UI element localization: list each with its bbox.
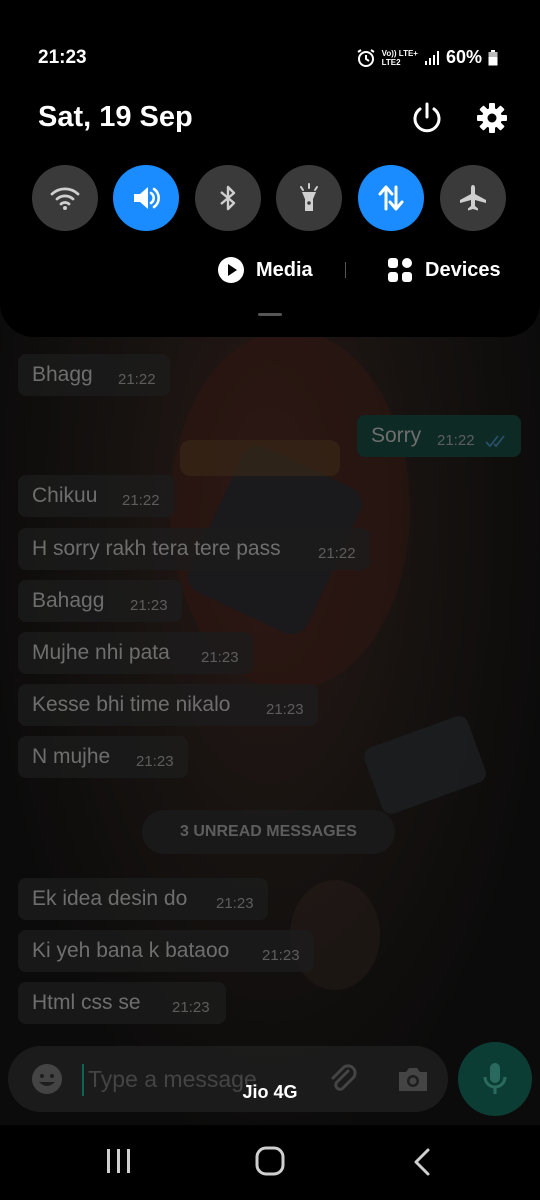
wallpaper-object (180, 440, 340, 476)
recents-button[interactable] (104, 1147, 134, 1175)
home-button[interactable] (255, 1146, 285, 1176)
network-bottom-label: LTE2 (381, 57, 401, 67)
media-button[interactable]: Media (218, 257, 313, 283)
wallpaper-object (361, 713, 489, 817)
battery-icon (488, 49, 498, 65)
message-bubble-incoming[interactable]: Kesse bhi time nikalo 21:23 (18, 684, 318, 726)
message-time: 21:22 (118, 371, 156, 388)
message-time: 21:23 (136, 753, 174, 770)
bluetooth-icon (220, 185, 236, 211)
status-icons: Vo)) LTE+ LTE2 60% (356, 47, 498, 68)
message-text: Bhagg (32, 363, 93, 386)
quick-settings-panel: 21:23 Vo)) LTE+ LTE2 60% Sat, 19 Sep Med… (0, 0, 540, 337)
read-receipt-icon (485, 435, 505, 448)
settings-gear-icon[interactable] (475, 101, 509, 135)
carrier-label: Jio 4G (242, 1082, 298, 1102)
message-time: 21:22 (318, 545, 356, 562)
back-button[interactable] (410, 1147, 434, 1177)
message-text: Ek idea desin do (32, 887, 188, 910)
message-text: Chikuu (32, 484, 98, 507)
message-time: 21:23 (201, 649, 239, 666)
signal-icon (424, 50, 439, 65)
message-time: 21:22 (437, 432, 475, 449)
network-indicator: Vo)) LTE+ LTE2 (382, 49, 418, 67)
panel-drag-handle[interactable] (258, 313, 282, 316)
message-time: 21:22 (122, 492, 160, 509)
bluetooth-toggle[interactable] (195, 165, 261, 231)
message-time: 21:23 (266, 701, 304, 718)
network-top-label: Vo)) LTE+ (381, 48, 418, 58)
airplane-icon (460, 185, 486, 211)
date-label: Sat, 19 Sep (38, 101, 193, 133)
message-bubble-incoming[interactable]: Chikuu 21:22 (18, 475, 175, 517)
message-time: 21:23 (262, 947, 300, 964)
mobile-data-toggle[interactable] (358, 165, 424, 231)
media-label: Media (256, 258, 313, 281)
message-time: 21:23 (130, 597, 168, 614)
message-bubble-incoming[interactable]: Mujhe nhi pata 21:23 (18, 632, 253, 674)
power-icon[interactable] (410, 101, 444, 135)
divider (345, 262, 346, 278)
devices-button[interactable]: Devices (387, 257, 501, 283)
status-time: 21:23 (38, 47, 87, 68)
message-text: Html css se (32, 991, 141, 1014)
message-bubble-incoming[interactable]: Ek idea desin do 21:23 (18, 878, 268, 920)
navigation-bar (0, 1125, 540, 1200)
message-text: Kesse bhi time nikalo (32, 693, 231, 716)
wifi-icon (50, 187, 80, 210)
message-bubble-incoming[interactable]: H sorry rakh tera tere pass 21:22 (18, 528, 370, 570)
message-bubble-incoming[interactable]: N mujhe 21:23 (18, 736, 188, 778)
message-text: Bahagg (32, 589, 105, 612)
message-bubble-incoming[interactable]: Html css se 21:23 (18, 982, 226, 1024)
alarm-icon (357, 48, 375, 67)
message-text: Ki yeh bana k bataoo (32, 939, 230, 962)
message-bubble-incoming[interactable]: Bhagg 21:22 (18, 354, 170, 396)
speaker-icon (134, 187, 160, 209)
data-transfer-icon (378, 185, 404, 211)
unread-messages-banner: 3 UNREAD MESSAGES (142, 810, 395, 854)
battery-percent: 60% (445, 47, 482, 67)
message-bubble-incoming[interactable]: Bahagg 21:23 (18, 580, 182, 622)
message-time: 21:23 (172, 999, 210, 1016)
message-bubble-incoming[interactable]: Ki yeh bana k bataoo 21:23 (18, 930, 314, 972)
sound-toggle[interactable] (113, 165, 179, 231)
wifi-toggle[interactable] (32, 165, 98, 231)
devices-icon (388, 258, 412, 282)
airplane-mode-toggle[interactable] (440, 165, 506, 231)
flashlight-icon (300, 183, 318, 211)
message-text: Sorry (371, 424, 422, 447)
message-time: 21:23 (216, 895, 254, 912)
message-text: N mujhe (32, 745, 111, 768)
play-icon (218, 257, 244, 283)
message-text: Mujhe nhi pata (32, 641, 170, 664)
voice-message-button[interactable] (458, 1042, 532, 1116)
message-text: H sorry rakh tera tere pass (32, 537, 281, 560)
message-bubble-outgoing[interactable]: Sorry 21:22 (357, 415, 521, 457)
devices-label: Devices (425, 258, 501, 281)
flashlight-toggle[interactable] (276, 165, 342, 231)
